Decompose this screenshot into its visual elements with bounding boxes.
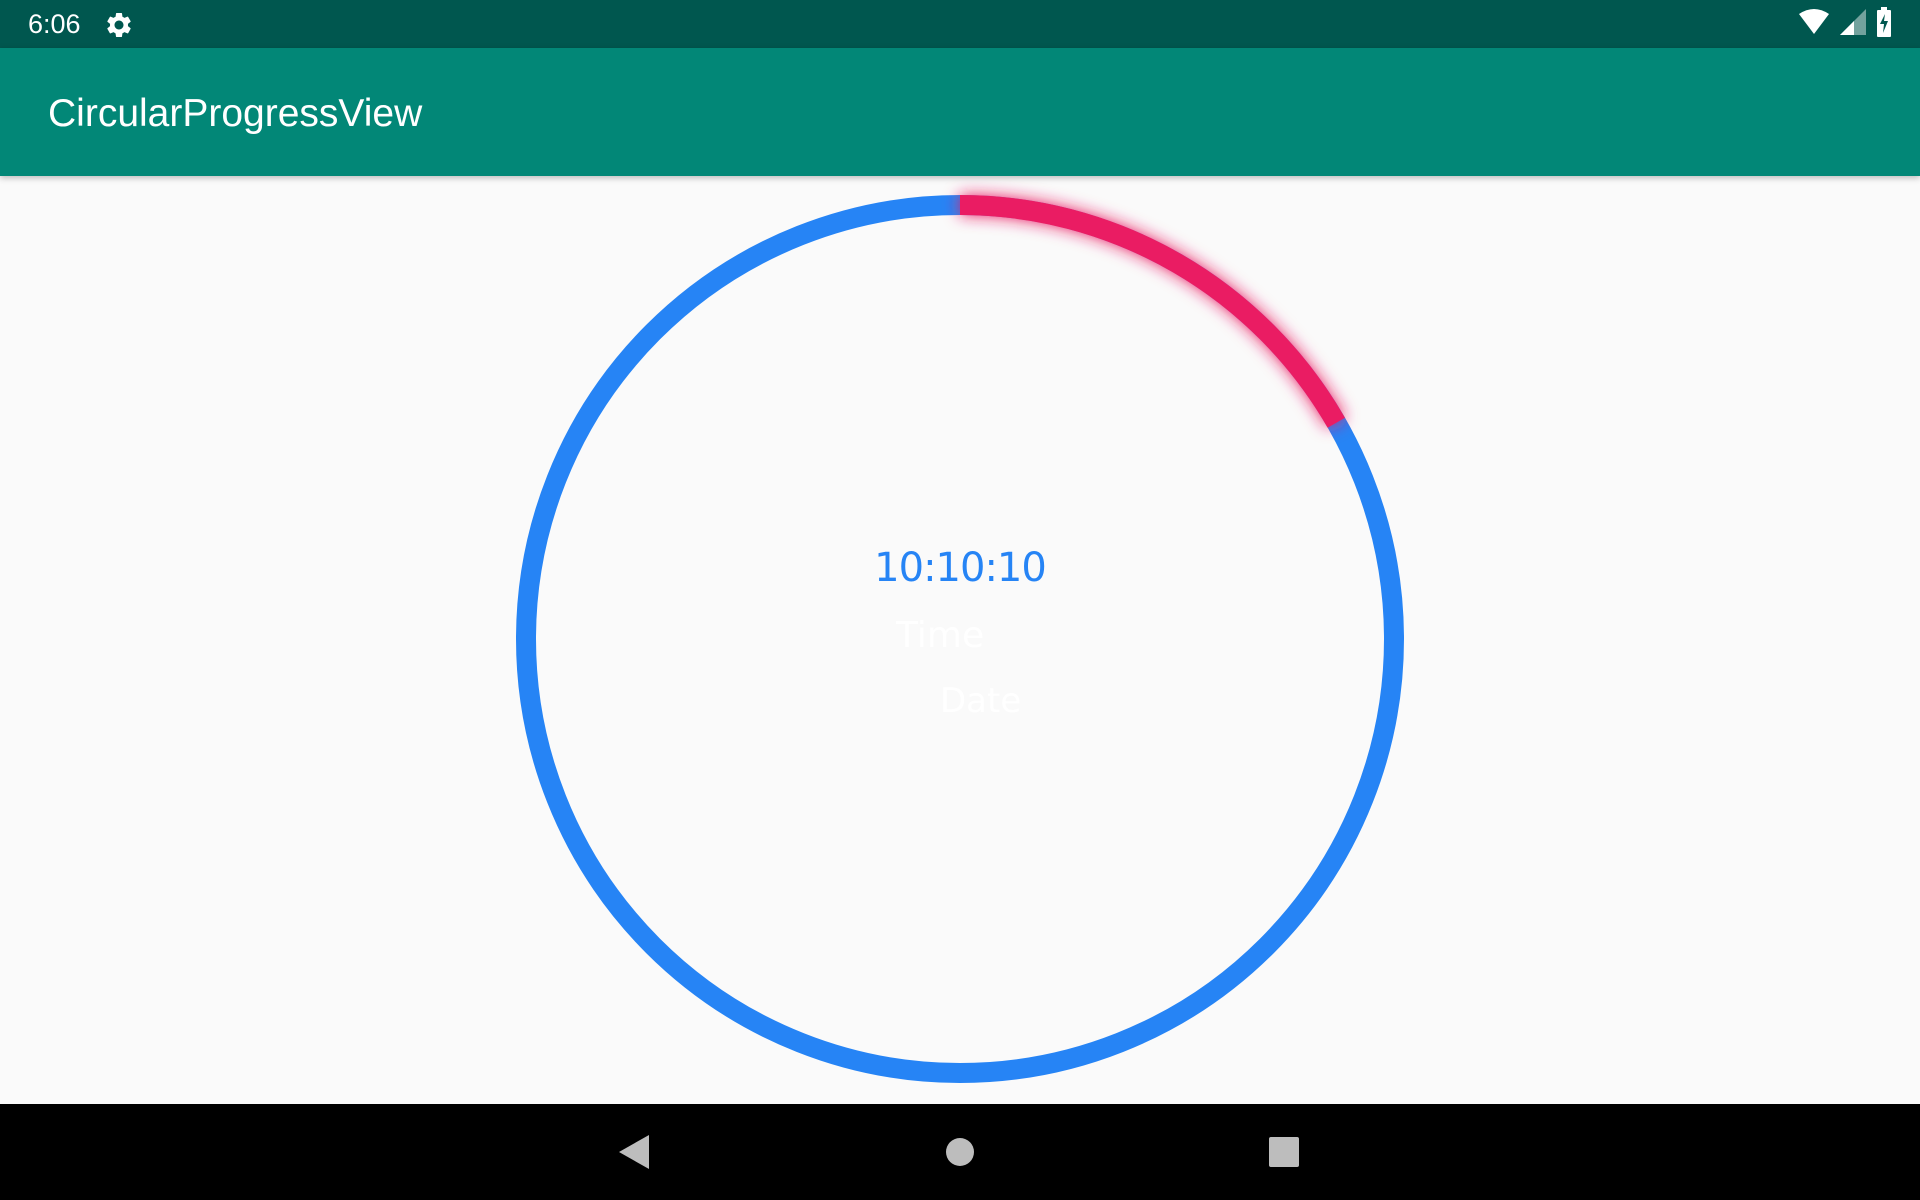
recents-icon[interactable] bbox=[1258, 1126, 1310, 1178]
home-icon[interactable] bbox=[934, 1126, 986, 1178]
battery-charging-icon bbox=[1876, 6, 1892, 42]
cellular-signal-icon bbox=[1840, 8, 1866, 40]
status-bar: 6:06 bbox=[0, 0, 1920, 48]
content-area: 10:10:10 Time Date bbox=[0, 176, 1920, 1104]
navigation-bar bbox=[0, 1104, 1920, 1200]
time-value: 10:10:10 bbox=[874, 545, 1047, 591]
circular-progress-view: 10:10:10 Time Date bbox=[0, 176, 1920, 1104]
app-title: CircularProgressView bbox=[48, 92, 423, 135]
status-time: 6:06 bbox=[28, 9, 81, 39]
status-icons bbox=[1798, 6, 1892, 42]
progress-arc bbox=[959, 195, 1345, 428]
settings-icon bbox=[104, 10, 134, 40]
wifi-icon bbox=[1798, 8, 1830, 41]
date-label: Date bbox=[940, 681, 1022, 721]
time-label: Time bbox=[896, 615, 985, 656]
back-icon[interactable] bbox=[608, 1126, 660, 1178]
app-bar: CircularProgressView bbox=[0, 48, 1920, 176]
